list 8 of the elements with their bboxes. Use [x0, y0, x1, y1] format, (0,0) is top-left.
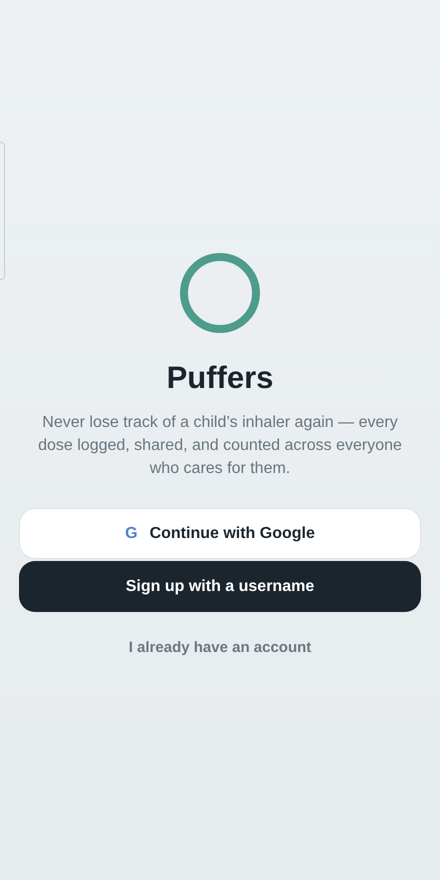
button-label: Continue with Google	[150, 524, 315, 544]
sign-up-button[interactable]: Sign up with a username	[19, 561, 421, 612]
google-button[interactable]: G Continue with Google	[19, 508, 421, 559]
app-title: Puffers	[166, 359, 274, 397]
google-icon: G	[125, 522, 138, 546]
sign-in-link[interactable]: I already have an account	[128, 637, 312, 660]
tagline: Never lose track of a child’s inhaler again — every dose logged, shared, and counted across everyone who cares for them.	[37, 413, 403, 479]
ring-logo-icon	[180, 253, 260, 333]
